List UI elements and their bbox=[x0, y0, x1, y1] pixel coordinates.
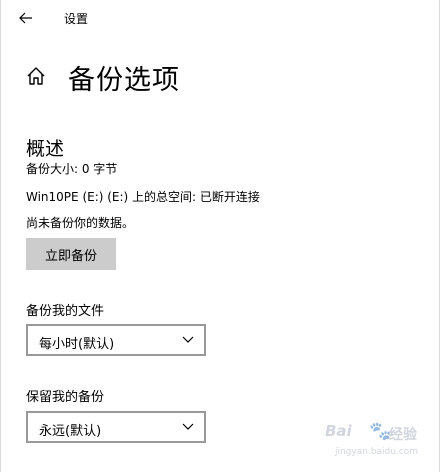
keep-backups-label: 保留我的备份 bbox=[26, 390, 105, 405]
title-bar: 设置 bbox=[1, 0, 441, 36]
page-header: 备份选项 bbox=[25, 56, 425, 96]
total-space-text: Win10PE (E:) (E:) 上的总空间: 已断开连接 bbox=[26, 190, 260, 204]
home-icon[interactable] bbox=[25, 65, 47, 87]
watermark-text: 经验 bbox=[389, 427, 417, 443]
baidu-jingyan-watermark: Bai 🐾 经验 jingyan.baidu.com bbox=[325, 421, 437, 468]
watermark-logo: Bai bbox=[325, 422, 352, 440]
keep-backups-value: 永远(默认) bbox=[39, 424, 102, 439]
backup-status-text: 尚未备份你的数据。 bbox=[26, 216, 135, 230]
watermark-url: jingyan.baidu.com bbox=[335, 447, 419, 457]
overview-heading: 概述 bbox=[26, 138, 65, 160]
keep-backups-dropdown[interactable]: 永远(默认) bbox=[26, 411, 206, 443]
back-button[interactable] bbox=[17, 9, 35, 27]
settings-window: 设置 备份选项 概述 备份大小: 0 字节 Win10PE (E:) (E:) … bbox=[0, 0, 440, 472]
backup-now-button[interactable]: 立即备份 bbox=[26, 238, 116, 270]
back-arrow-icon bbox=[19, 12, 32, 24]
chevron-down-icon bbox=[182, 336, 194, 343]
backup-size-text: 备份大小: 0 字节 bbox=[26, 162, 118, 176]
page-title: 备份选项 bbox=[68, 65, 180, 96]
backup-files-label: 备份我的文件 bbox=[26, 304, 105, 319]
backup-frequency-dropdown[interactable]: 每小时(默认) bbox=[26, 324, 206, 356]
window-title: 设置 bbox=[64, 12, 89, 26]
chevron-down-icon bbox=[182, 423, 194, 430]
backup-frequency-value: 每小时(默认) bbox=[39, 337, 115, 352]
